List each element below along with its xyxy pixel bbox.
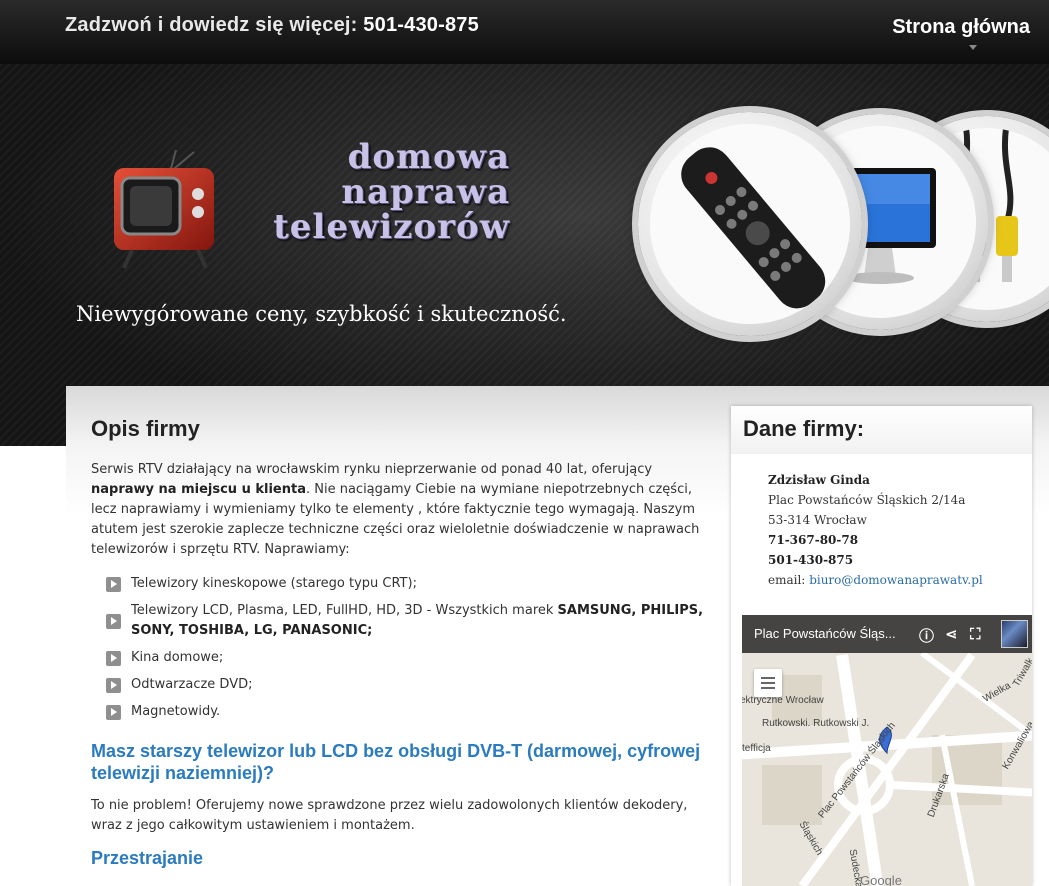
intro-paragraph: Serwis RTV działający na wrocławskim ryn… — [91, 462, 700, 557]
logo-line-2: naprawa — [341, 172, 510, 212]
site-logo-text[interactable]: domowa naprawa telewizorów — [240, 140, 510, 245]
sidebar-title: Dane firmy: — [743, 416, 865, 441]
play-bullet-icon — [106, 678, 121, 693]
play-bullet-icon — [106, 705, 121, 720]
logo-line-1: domowa — [347, 137, 510, 177]
map-label: Rutkowski. Rutkowski J. — [762, 718, 870, 729]
retro-tv-icon — [114, 150, 214, 269]
dvb-heading: Masz starszy telewizor lub LCD bez obsłu… — [91, 741, 701, 783]
list-item: Telewizory kineskopowe (starego typu CRT… — [106, 574, 706, 594]
map-title[interactable]: Plac Powstańców Śląs... — [754, 626, 896, 641]
fullscreen-icon[interactable]: ⛶ — [970, 625, 981, 643]
company-street: Plac Powstańców Śląskich 2/14a — [768, 493, 966, 507]
share-icon[interactable]: ⋖ — [945, 625, 958, 643]
services-list: Telewizory kineskopowe (starego typu CRT… — [106, 574, 706, 722]
map-title-bar: Plac Powstańców Śląs... ⓘ ⋖ ⛶ — [742, 615, 1032, 653]
intro-bold: naprawy na miejscu u klienta — [91, 482, 306, 497]
contact-prefix: Zadzwoń i dowiedz się więcej: — [65, 14, 358, 36]
remote-control-icon — [681, 147, 826, 309]
company-email-row: email: biuro@domowanaprawatv.pl — [768, 573, 983, 587]
company-city: 53-314 Wrocław — [768, 513, 867, 527]
tagline: Niewygórowane ceny, szybkość i skuteczno… — [76, 302, 567, 326]
chevron-down-icon — [969, 45, 977, 50]
company-phone-2: 501-430-875 — [768, 553, 854, 567]
remote-image-circle — [638, 112, 862, 336]
map-logo: Google — [860, 873, 902, 886]
map-label: tefficja — [742, 743, 771, 754]
play-bullet-icon — [106, 614, 121, 629]
company-email-link[interactable]: biuro@domowanaprawatv.pl — [809, 573, 983, 587]
company-sidebar: Dane firmy: Zdzisław Ginda Plac Powstańc… — [731, 406, 1032, 886]
section-title-opis: Opis firmy — [91, 416, 200, 441]
company-details: Zdzisław Ginda Plac Powstańców Śląskich … — [768, 470, 983, 590]
company-owner: Zdzisław Ginda — [768, 473, 870, 487]
przestrajanie-heading: Przestrajanie — [91, 848, 204, 868]
map-streets — [742, 615, 1032, 886]
contact-line: Zadzwoń i dowiedz się więcej: 501-430-87… — [65, 14, 479, 37]
logo-line-3: telewizorów — [273, 207, 510, 247]
nav-home-link[interactable]: Strona główna — [892, 16, 1030, 39]
map-list-button[interactable] — [754, 669, 782, 697]
play-bullet-icon — [106, 651, 121, 666]
embedded-map[interactable]: lacje ektryczne Wrocław Rutkowski. Rutko… — [742, 615, 1032, 886]
company-phone-1: 71-367-80-78 — [768, 533, 859, 547]
top-bar: Zadzwoń i dowiedz się więcej: 501-430-87… — [0, 0, 1049, 64]
dvb-paragraph: To nie problem! Oferujemy nowe sprawdzon… — [91, 798, 688, 833]
list-item: Magnetowidy. — [106, 702, 706, 722]
contact-phone[interactable]: 501-430-875 — [363, 14, 479, 36]
list-item: Odtwarzacze DVD; — [106, 675, 706, 695]
map-thumbnail[interactable] — [1001, 620, 1028, 648]
play-bullet-icon — [106, 577, 121, 592]
info-icon[interactable]: ⓘ — [919, 625, 934, 646]
list-item: Telewizory LCD, Plasma, LED, FullHD, HD,… — [106, 601, 706, 641]
list-item: Kina domowe; — [106, 648, 706, 668]
sidebar-header: Dane firmy: — [731, 406, 1032, 454]
